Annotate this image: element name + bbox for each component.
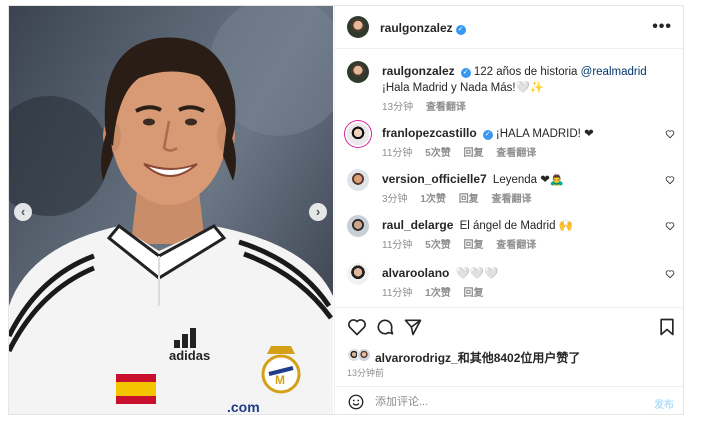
post-header: raulgonzalez ✓ ••• — [335, 6, 683, 49]
avatar[interactable] — [347, 263, 369, 285]
avatar[interactable] — [347, 215, 369, 237]
comment-composer: 发布 — [335, 386, 683, 414]
header-username[interactable]: raulgonzalez — [380, 21, 453, 35]
reply-button[interactable]: 回复 — [464, 148, 484, 159]
instagram-post: M adidas .com ‹ › raulgonzalez ✓ ••• raul… — [8, 5, 684, 415]
heart-outline-icon[interactable] — [665, 129, 675, 139]
see-translation-link[interactable]: 查看翻译 — [491, 194, 531, 205]
post-actions: alvarorodrigz_和其他8402位用户赞了 13分钟前 发布 — [335, 307, 683, 414]
comment-likes[interactable]: 1次赞 — [425, 288, 451, 299]
avatar[interactable] — [347, 123, 369, 145]
post-side-panel: raulgonzalez ✓ ••• raulgonzalez ✓ 122 años… — [334, 6, 683, 414]
mention-link[interactable]: @realmadrid — [581, 66, 647, 78]
verified-badge-icon: ✓ — [482, 130, 493, 140]
reply-button[interactable]: 回复 — [464, 240, 484, 251]
next-image-button[interactable]: › — [309, 203, 327, 221]
see-translation-link[interactable]: 查看翻译 — [496, 240, 536, 251]
post-timestamp: 13分钟前 — [347, 368, 385, 378]
comment-username[interactable]: version_officielle7 — [382, 172, 487, 186]
comment-text: ¡HALA MADRID! ❤ — [492, 128, 594, 140]
chevron-right-icon: › — [315, 204, 321, 219]
comment-input[interactable] — [375, 393, 635, 411]
svg-text:M: M — [275, 373, 285, 387]
comment-time: 11分钟 — [382, 288, 413, 299]
jersey-brand-text: adidas — [169, 348, 211, 363]
comment-text: 🤍🤍🤍 — [455, 268, 499, 280]
bookmark-icon[interactable] — [657, 317, 677, 337]
caption-time: 13分钟 — [382, 102, 414, 113]
reply-button[interactable]: 回复 — [464, 288, 484, 299]
avatar — [357, 348, 371, 362]
caption-text: 122 años de historia — [470, 66, 581, 78]
heart-outline-icon[interactable] — [347, 317, 367, 337]
see-translation-link[interactable]: 查看翻译 — [496, 148, 536, 159]
paper-plane-icon[interactable] — [403, 317, 423, 337]
caption-text-end: ¡Hala Madrid y Nada Más!🤍✨ — [382, 82, 545, 94]
previous-image-button[interactable]: ‹ — [14, 203, 32, 221]
see-translation-link[interactable]: 查看翻译 — [426, 102, 466, 113]
post-comment-button[interactable]: 发布 — [654, 396, 674, 411]
comment-time: 3分钟 — [382, 194, 408, 205]
post-photo[interactable]: M adidas .com ‹ › — [9, 6, 333, 415]
verified-badge-icon: ✓ — [455, 25, 466, 35]
emoji-smile-icon[interactable] — [347, 393, 365, 411]
avatar[interactable] — [347, 61, 369, 83]
avatar[interactable] — [347, 169, 369, 191]
heart-outline-icon[interactable] — [665, 221, 675, 231]
jersey-sponsor-text: .com — [227, 399, 260, 415]
chevron-left-icon: ‹ — [20, 204, 26, 219]
avatar[interactable] — [347, 16, 369, 38]
comment-time: 11分钟 — [382, 148, 413, 159]
comment-time: 11分钟 — [382, 240, 413, 251]
comment-username[interactable]: alvaroolano — [382, 266, 449, 280]
comment-text: Leyenda ❤🙇‍♂️ — [492, 174, 565, 186]
reply-button[interactable]: 回复 — [459, 194, 479, 205]
comment-bubble-icon[interactable] — [375, 317, 395, 337]
verified-badge-icon: ✓ — [460, 68, 471, 78]
heart-outline-icon[interactable] — [665, 269, 675, 279]
comment-likes[interactable]: 5次赞 — [425, 148, 451, 159]
comment-username[interactable]: franlopezcastillo — [382, 126, 477, 140]
comments-list: raulgonzalez ✓ 122 años de historia @real… — [335, 49, 683, 307]
caption-username[interactable]: raulgonzalez — [382, 64, 455, 78]
comment-likes[interactable]: 5次赞 — [425, 240, 451, 251]
comment-username[interactable]: raul_delarge — [382, 218, 453, 232]
comment-text: El ángel de Madrid 🙌 — [459, 220, 573, 232]
heart-outline-icon[interactable] — [665, 175, 675, 185]
more-options-icon[interactable]: ••• — [652, 18, 672, 36]
real-madrid-crest-icon: M — [261, 346, 301, 394]
likes-text: alvarorodrigz_和其他8402位用户赞了 — [375, 351, 581, 365]
comment-likes[interactable]: 1次赞 — [420, 194, 446, 205]
